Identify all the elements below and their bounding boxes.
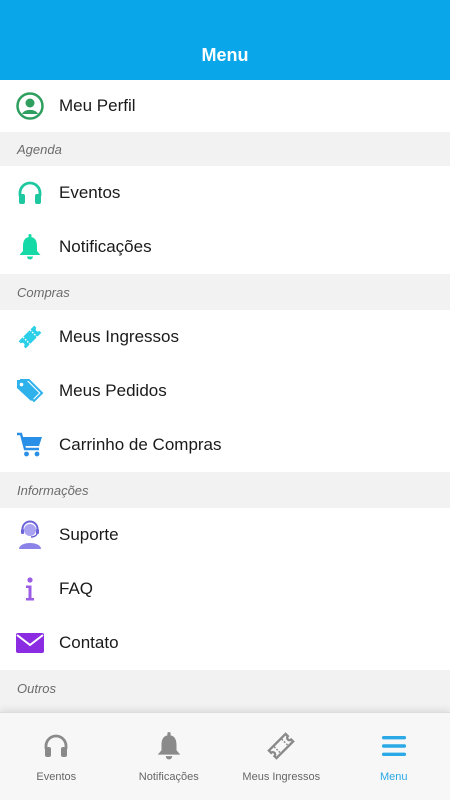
section-header-agenda: Agenda bbox=[0, 132, 450, 166]
menu-item-label: Contato bbox=[59, 633, 119, 652]
bottom-tab-bar: Eventos Notificações Meus Ingressos Menu bbox=[0, 712, 450, 800]
tags-icon bbox=[15, 376, 45, 406]
menu-item-label: Suporte bbox=[59, 525, 119, 544]
tab-label: Menu bbox=[379, 771, 408, 783]
menu-item-label: Notificações bbox=[59, 237, 152, 256]
tab-label: Meus Ingressos bbox=[242, 771, 321, 783]
menu-item-label: Eventos bbox=[59, 183, 121, 202]
tab-label: Notificações bbox=[138, 771, 199, 783]
tab-notificacoes[interactable]: Notificações bbox=[113, 713, 226, 800]
bell-icon bbox=[154, 731, 184, 761]
support-agent-icon bbox=[15, 520, 45, 550]
menu-item-notificacoes[interactable]: Notificações bbox=[0, 220, 450, 274]
bell-icon bbox=[15, 232, 45, 262]
tab-menu[interactable]: Menu bbox=[338, 713, 450, 800]
tab-eventos[interactable]: Eventos bbox=[0, 713, 113, 800]
hamburger-menu-icon bbox=[379, 731, 409, 761]
ticket-icon bbox=[15, 322, 45, 352]
headphones-icon bbox=[41, 731, 71, 761]
menu-item-faq[interactable]: FAQ bbox=[0, 562, 450, 616]
menu-item-meus-ingressos[interactable]: Meus Ingressos bbox=[0, 310, 450, 364]
user-circle-icon bbox=[15, 91, 45, 121]
menu-item-meu-perfil[interactable]: Meu Perfil bbox=[0, 80, 450, 132]
menu-item-label: Carrinho de Compras bbox=[59, 435, 222, 454]
menu-item-label: Meus Ingressos bbox=[59, 327, 179, 346]
menu-item-eventos[interactable]: Eventos bbox=[0, 166, 450, 220]
page-title: Menu bbox=[201, 44, 249, 65]
info-icon bbox=[15, 574, 45, 604]
menu-item-label: Meus Pedidos bbox=[59, 381, 167, 400]
headphones-icon bbox=[15, 178, 45, 208]
tab-meus-ingressos[interactable]: Meus Ingressos bbox=[225, 713, 338, 800]
envelope-icon bbox=[15, 628, 45, 658]
tab-label: Eventos bbox=[36, 771, 77, 783]
section-header-outros: Outros bbox=[0, 670, 450, 706]
menu-item-carrinho-de-compras[interactable]: Carrinho de Compras bbox=[0, 418, 450, 472]
menu-list: Meu Perfil Agenda Eventos Notificações C… bbox=[0, 80, 450, 706]
menu-item-meus-pedidos[interactable]: Meus Pedidos bbox=[0, 364, 450, 418]
menu-item-label: Meu Perfil bbox=[59, 96, 136, 115]
menu-item-contato[interactable]: Contato bbox=[0, 616, 450, 670]
menu-item-suporte[interactable]: Suporte bbox=[0, 508, 450, 562]
section-header-compras: Compras bbox=[0, 274, 450, 310]
menu-item-label: FAQ bbox=[59, 579, 94, 598]
cart-icon bbox=[15, 430, 45, 460]
section-header-informacoes: Informações bbox=[0, 472, 450, 508]
app-header: Menu bbox=[0, 0, 450, 80]
ticket-icon bbox=[266, 731, 296, 761]
